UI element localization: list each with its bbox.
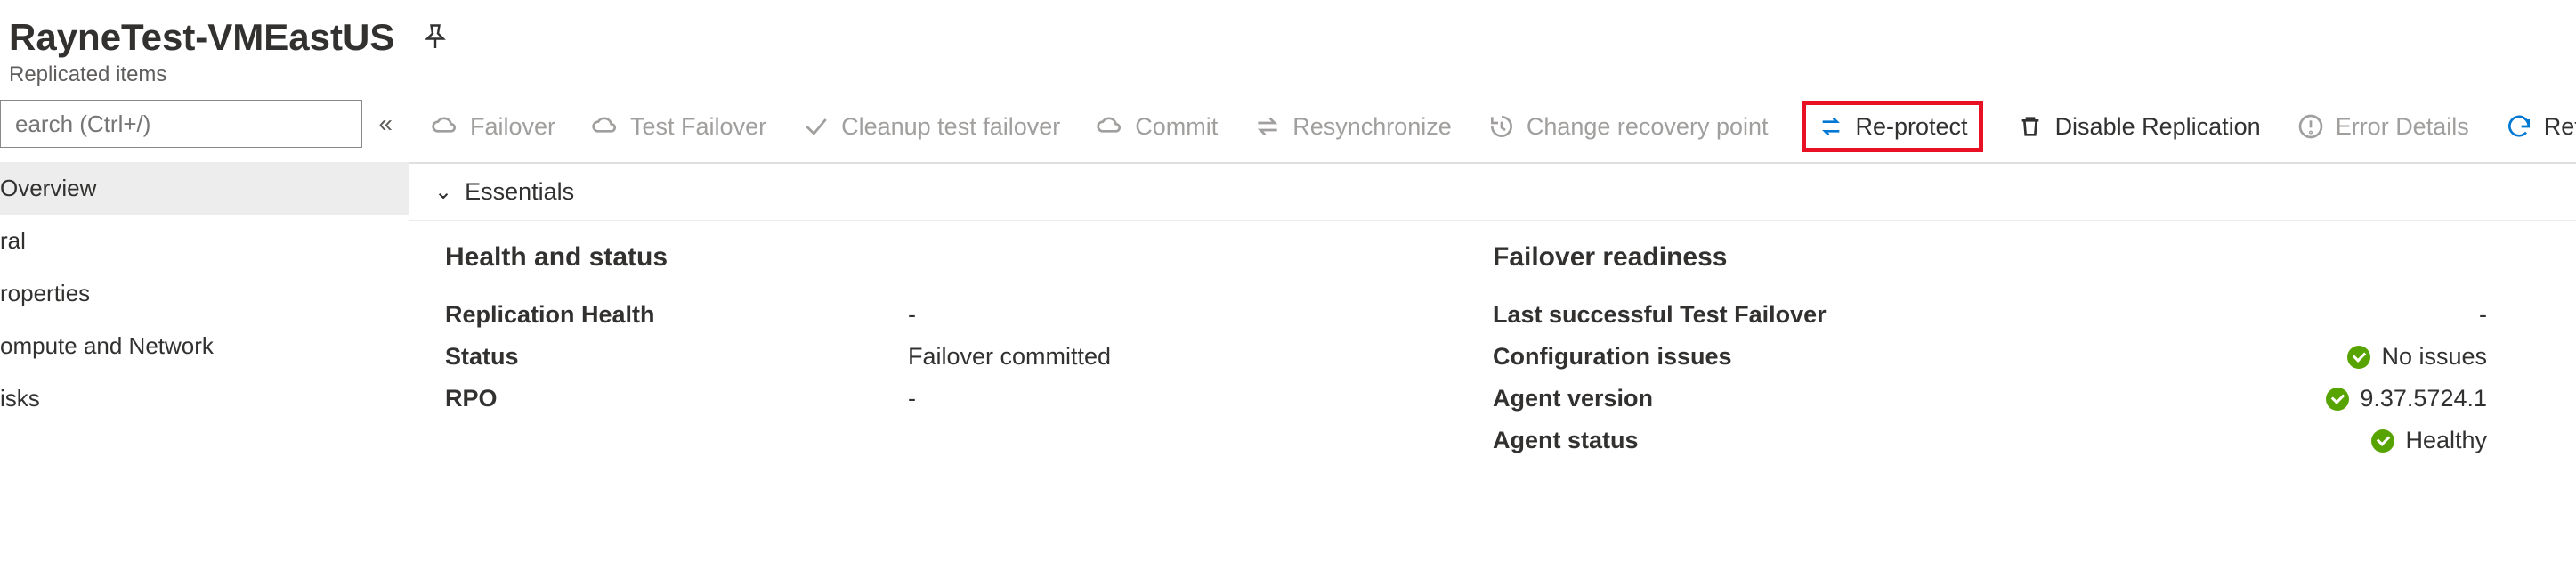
rpo-value: - — [908, 385, 916, 412]
sync-arrows-icon — [1253, 112, 1282, 141]
pin-icon[interactable] — [419, 21, 451, 53]
cleanup-label: Cleanup test failover — [841, 113, 1060, 141]
re-protect-button[interactable]: Re-protect — [1804, 103, 1981, 150]
last-test-failover-row: Last successful Test Failover - — [1493, 301, 2540, 329]
last-test-failover-key: Last successful Test Failover — [1493, 301, 1956, 329]
sidebar: « Overview ral roperties ompute and Netw… — [0, 94, 409, 559]
chevron-down-icon: ⌄ — [434, 179, 452, 205]
failover-readiness-title: Failover readiness — [1493, 242, 2540, 273]
replication-health-value: - — [908, 301, 916, 329]
test-failover-button[interactable]: Test Failover — [591, 112, 766, 141]
configuration-issues-key: Configuration issues — [1493, 343, 1956, 371]
change-recovery-point-button[interactable]: Change recovery point — [1487, 112, 1769, 141]
failover-readiness-section: Failover readiness Last successful Test … — [1493, 242, 2540, 469]
agent-status-key: Agent status — [1493, 427, 1956, 454]
agent-version-key: Agent version — [1493, 385, 1956, 412]
info-icon — [2297, 112, 2325, 141]
page-header: RayneTest-VMEastUS Replicated items — [0, 0, 2576, 94]
sidebar-item-overview[interactable]: Overview — [0, 162, 409, 215]
essentials-label: Essentials — [465, 178, 574, 206]
cloud-icon — [1096, 112, 1124, 141]
check-circle-icon — [2347, 346, 2370, 369]
agent-version-value: 9.37.5724.1 — [2360, 385, 2487, 412]
resync-label: Resynchronize — [1292, 113, 1452, 141]
search-input[interactable] — [0, 100, 362, 148]
cloud-icon — [431, 112, 459, 141]
refresh-button[interactable]: Refresh — [2505, 112, 2576, 141]
disable-replication-button[interactable]: Disable Replication — [2016, 112, 2261, 141]
replication-health-key: Replication Health — [445, 301, 908, 329]
check-circle-icon — [2371, 429, 2394, 453]
last-test-failover-value: - — [2479, 301, 2487, 329]
command-bar: Failover Test Failover Cleanup test fail… — [409, 94, 2576, 164]
overview-body: Health and status Replication Health - S… — [409, 221, 2576, 469]
disable-replication-label: Disable Replication — [2055, 113, 2261, 141]
sidebar-item-general[interactable]: ral — [0, 215, 409, 267]
test-failover-label: Test Failover — [630, 113, 766, 141]
refresh-label: Refresh — [2544, 113, 2576, 141]
commit-button[interactable]: Commit — [1096, 112, 1218, 141]
refresh-icon — [2505, 112, 2533, 141]
configuration-issues-row: Configuration issues No issues — [1493, 343, 2540, 371]
health-status-section: Health and status Replication Health - S… — [445, 242, 1493, 469]
error-details-button[interactable]: Error Details — [2297, 112, 2469, 141]
trash-icon — [2016, 112, 2045, 141]
cleanup-test-failover-button[interactable]: Cleanup test failover — [802, 112, 1060, 141]
sidebar-item-disks[interactable]: isks — [0, 372, 409, 425]
status-key: Status — [445, 343, 908, 371]
failover-label: Failover — [470, 113, 555, 141]
essentials-toggle[interactable]: ⌄ Essentials — [409, 164, 2576, 221]
check-icon — [802, 112, 830, 141]
health-status-title: Health and status — [445, 242, 1493, 273]
status-value: Failover committed — [908, 343, 1111, 371]
sidebar-item-compute-network[interactable]: ompute and Network — [0, 320, 409, 372]
content-area: Failover Test Failover Cleanup test fail… — [409, 94, 2576, 559]
cloud-icon — [591, 112, 620, 141]
reprotect-icon — [1817, 112, 1845, 141]
change-rp-label: Change recovery point — [1527, 113, 1769, 141]
page-subtitle: Replicated items — [9, 62, 2576, 87]
replication-health-row: Replication Health - — [445, 301, 1493, 329]
rpo-row: RPO - — [445, 385, 1493, 412]
history-icon — [1487, 112, 1516, 141]
collapse-sidebar-icon[interactable]: « — [378, 110, 393, 138]
agent-status-row: Agent status Healthy — [1493, 427, 2540, 454]
page-title: RayneTest-VMEastUS — [9, 16, 394, 59]
check-circle-icon — [2326, 388, 2349, 411]
sidebar-item-properties[interactable]: roperties — [0, 267, 409, 320]
error-details-label: Error Details — [2336, 113, 2469, 141]
configuration-issues-value: No issues — [2381, 343, 2487, 371]
failover-button[interactable]: Failover — [431, 112, 555, 141]
agent-status-value: Healthy — [2405, 427, 2487, 454]
rpo-key: RPO — [445, 385, 908, 412]
reprotect-label: Re-protect — [1856, 113, 1968, 141]
agent-version-row: Agent version 9.37.5724.1 — [1493, 385, 2540, 412]
commit-label: Commit — [1135, 113, 1218, 141]
resynchronize-button[interactable]: Resynchronize — [1253, 112, 1452, 141]
status-row: Status Failover committed — [445, 343, 1493, 371]
